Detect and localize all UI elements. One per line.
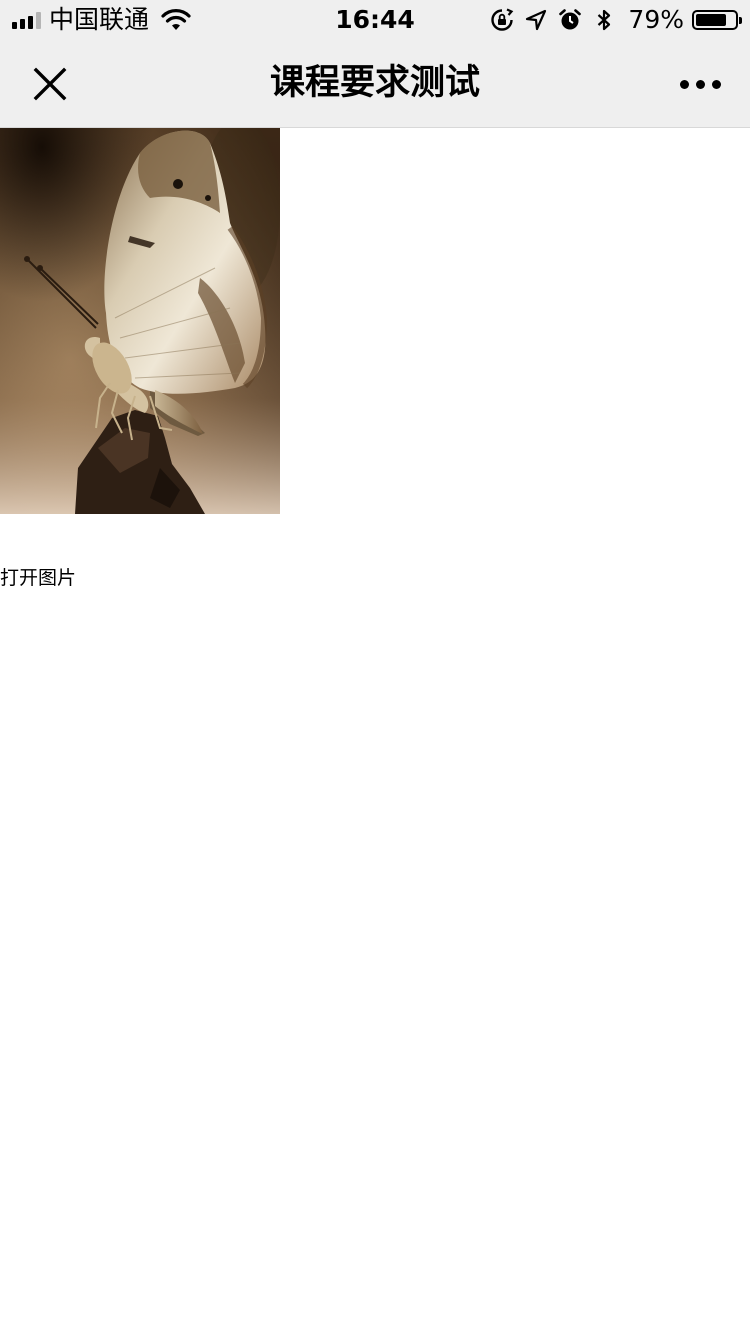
orientation-lock-icon bbox=[491, 8, 514, 31]
alarm-icon bbox=[559, 9, 582, 30]
nav-bar: 课程要求测试 bbox=[0, 40, 750, 128]
close-icon bbox=[33, 67, 67, 101]
wifi-icon bbox=[161, 9, 191, 30]
page-content: 打开图片 bbox=[0, 128, 750, 1334]
open-image-link[interactable]: 打开图片 bbox=[0, 565, 76, 591]
battery-percent: 79% bbox=[628, 5, 684, 34]
close-button[interactable] bbox=[20, 54, 80, 114]
more-button[interactable] bbox=[670, 54, 730, 114]
status-right: 79% bbox=[480, 0, 742, 40]
battery-nub bbox=[739, 17, 742, 24]
more-icon bbox=[679, 79, 689, 89]
battery-fill bbox=[696, 14, 726, 26]
battery-icon bbox=[692, 10, 742, 30]
location-arrow-icon bbox=[526, 9, 547, 31]
status-bar: 中国联通 16:44 79% bbox=[0, 0, 750, 40]
page-title: 课程要求测试 bbox=[269, 63, 480, 103]
more-icon bbox=[711, 79, 721, 89]
bluetooth-icon bbox=[598, 9, 611, 31]
signal-icon bbox=[12, 11, 41, 29]
butterfly-image bbox=[0, 128, 280, 514]
status-left: 中国联通 bbox=[12, 0, 191, 40]
carrier-label: 中国联通 bbox=[49, 5, 150, 34]
more-icon bbox=[695, 79, 705, 89]
